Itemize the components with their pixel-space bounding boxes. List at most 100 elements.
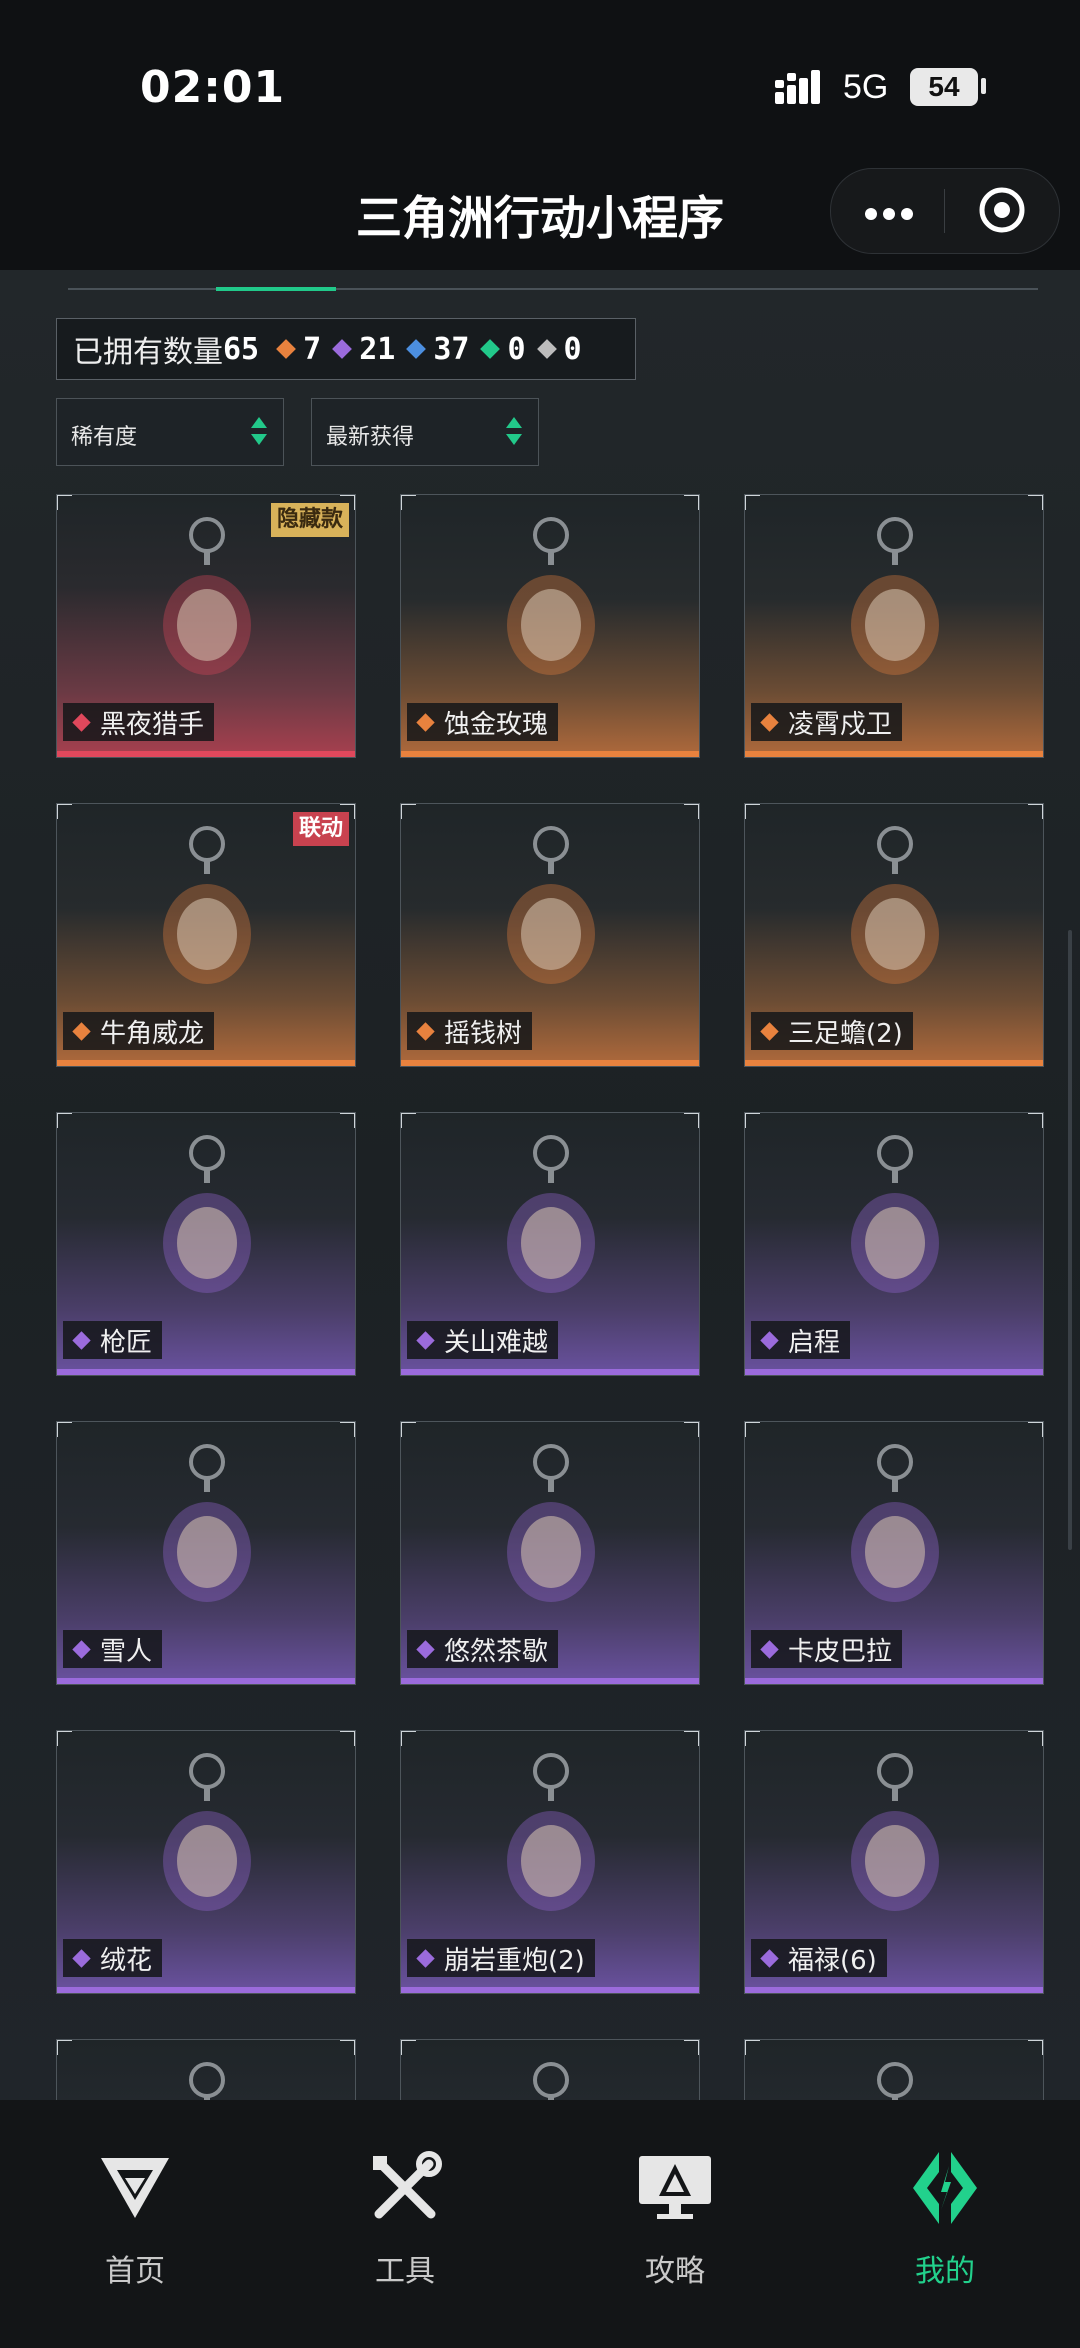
tab-home[interactable]: 首页 — [45, 2148, 225, 2290]
item-name-tag: 启程 — [751, 1321, 851, 1359]
item-card[interactable]: 启程 — [744, 1112, 1044, 1376]
charm-image — [163, 1753, 251, 1911]
rarity-bar — [401, 1678, 699, 1684]
rarity-count-green: 0 — [480, 332, 526, 367]
charm-image — [163, 826, 251, 984]
card-corner — [745, 1731, 760, 1746]
item-name-tag: 福禄(6) — [751, 1939, 887, 1977]
close-target-icon[interactable] — [979, 187, 1025, 233]
card-corner — [1028, 1113, 1043, 1128]
rarity-diamond-icon — [72, 1948, 91, 1968]
blue-diamond-icon — [406, 339, 427, 359]
card-corner — [684, 804, 699, 819]
item-card[interactable]: 绒花 — [56, 1730, 356, 1994]
rarity-diamond-icon — [760, 712, 779, 732]
orange-diamond-icon — [276, 339, 297, 359]
item-badge: 隐藏款 — [270, 503, 349, 537]
charm-image — [507, 1444, 595, 1602]
card-corner — [745, 2040, 760, 2055]
item-name-tag: 黑夜猎手 — [63, 703, 215, 741]
item-badge: 联动 — [292, 812, 349, 846]
item-card[interactable]: 崩岩重炮(2) — [400, 1730, 700, 1994]
item-name-tag: 绒花 — [63, 1939, 163, 1977]
rarity-bar — [745, 1369, 1043, 1375]
owned-label: 已拥有数量 — [73, 335, 223, 370]
charm-image — [851, 1444, 939, 1602]
purple-diamond-icon — [332, 339, 353, 359]
rarity-diamond-icon — [416, 712, 435, 732]
item-card[interactable]: 关山难越 — [400, 1112, 700, 1376]
item-card[interactable]: 卡皮巴拉 — [744, 1421, 1044, 1685]
item-name-tag: 悠然茶歇 — [407, 1630, 559, 1668]
tab-guides[interactable]: 攻略 — [585, 2148, 765, 2290]
rarity-bar — [401, 1369, 699, 1375]
card-corner — [745, 1422, 760, 1437]
card-corner — [57, 1731, 72, 1746]
card-corner — [1028, 1731, 1043, 1746]
rarity-count-blue: 37 — [406, 332, 469, 367]
item-card[interactable]: 三足蟾(2) — [744, 803, 1044, 1067]
rarity-diamond-icon — [416, 1021, 435, 1041]
rarity-sort-select[interactable]: 稀有度 — [56, 398, 284, 466]
rarity-diamond-icon — [416, 1330, 435, 1350]
card-corner — [401, 495, 416, 510]
signal-icon — [775, 70, 820, 104]
item-card[interactable]: 牛角威龙 联动 — [56, 803, 356, 1067]
card-corner — [57, 804, 72, 819]
item-name: 启程 — [788, 1327, 841, 1358]
charm-image — [851, 1753, 939, 1911]
item-card[interactable] — [400, 2039, 700, 2100]
item-name-tag: 崩岩重炮(2) — [407, 1939, 595, 1977]
rarity-bar — [745, 1678, 1043, 1684]
green-diamond-icon — [480, 339, 501, 359]
rarity-diamond-icon — [416, 1639, 435, 1659]
scrollbar[interactable] — [1068, 930, 1072, 1550]
item-name: 崩岩重炮(2) — [444, 1945, 585, 1976]
item-name-tag: 蚀金玫瑰 — [407, 703, 559, 741]
card-corner — [684, 1731, 699, 1746]
recent-sort-select[interactable]: 最新获得 — [311, 398, 539, 466]
charm-image — [163, 1444, 251, 1602]
tab-tools[interactable]: 工具 — [315, 2148, 495, 2290]
item-card[interactable]: 凌霄戍卫 — [744, 494, 1044, 758]
item-card[interactable] — [744, 2039, 1044, 2100]
rarity-diamond-icon — [760, 1021, 779, 1041]
item-card[interactable]: 黑夜猎手 隐藏款 — [56, 494, 356, 758]
item-card[interactable]: 枪匠 — [56, 1112, 356, 1376]
card-corner — [1028, 1422, 1043, 1437]
item-name-tag: 凌霄戍卫 — [751, 703, 903, 741]
card-corner — [401, 2040, 416, 2055]
profile-logo-icon — [913, 2152, 977, 2224]
collection-content[interactable]: 已拥有数量 65 7 21 37 0 0 稀有度 最新获得 黑夜猎手 隐藏款 蚀金玫… — [0, 270, 1080, 2100]
item-name-tag: 枪匠 — [63, 1321, 163, 1359]
item-card[interactable]: 蚀金玫瑰 — [400, 494, 700, 758]
rarity-bar — [401, 1987, 699, 1993]
card-corner — [1028, 804, 1043, 819]
card-corner — [1028, 495, 1043, 510]
card-corner — [340, 1113, 355, 1128]
rarity-count-orange: 7 — [276, 332, 321, 367]
more-options-icon[interactable] — [865, 205, 919, 224]
charm-image — [163, 517, 251, 675]
sort-arrows-icon — [251, 417, 269, 449]
item-name: 雪人 — [100, 1636, 153, 1667]
card-corner — [401, 1422, 416, 1437]
rarity-bar — [57, 1678, 355, 1684]
item-card[interactable] — [56, 2039, 356, 2100]
item-card[interactable]: 福禄(6) — [744, 1730, 1044, 1994]
item-name: 黑夜猎手 — [100, 709, 205, 740]
item-card[interactable]: 悠然茶歇 — [400, 1421, 700, 1685]
card-corner — [745, 495, 760, 510]
item-card[interactable]: 摇钱树 — [400, 803, 700, 1067]
charm-image — [507, 826, 595, 984]
item-name: 牛角威龙 — [100, 1018, 205, 1049]
rarity-count-purple: 21 — [332, 332, 395, 367]
item-card[interactable]: 雪人 — [56, 1421, 356, 1685]
item-name: 枪匠 — [100, 1327, 153, 1358]
tab-profile[interactable]: 我的 — [855, 2148, 1035, 2290]
gray-diamond-icon — [536, 339, 557, 359]
charm-image — [507, 1135, 595, 1293]
charm-image — [851, 1135, 939, 1293]
card-corner — [57, 1113, 72, 1128]
capsule-divider — [944, 189, 945, 233]
